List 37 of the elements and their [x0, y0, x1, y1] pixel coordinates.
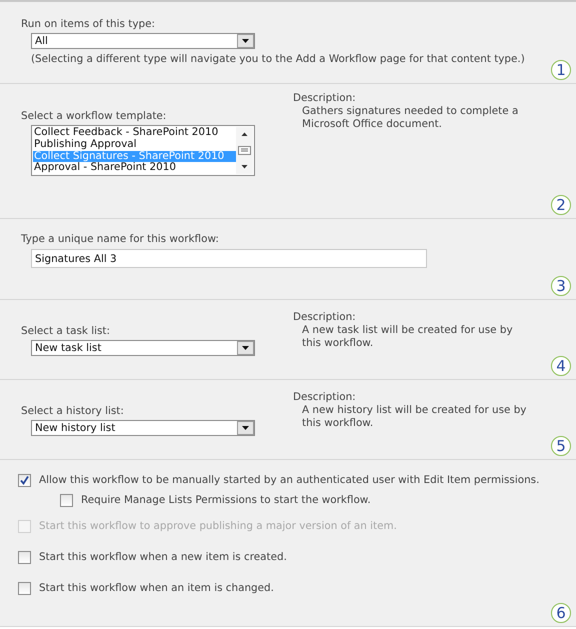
description-text: A new task list will be created for use by this workflow.: [301, 324, 514, 350]
checkbox-label: Allow this workflow to be manually started by an authenticated user with Edit Item permissions.: [39, 474, 540, 487]
checkmark-icon: [19, 475, 30, 486]
name-input[interactable]: Signatures All 3: [31, 249, 427, 268]
description-label: Description:: [293, 391, 357, 404]
step-number: 6: [551, 603, 571, 623]
field-label: Select a history list:: [21, 404, 125, 418]
checkbox-label: Start this workflow when a new item is created.: [39, 551, 287, 564]
step-number: 1: [551, 60, 571, 80]
checkbox-label: Start this workflow when an item is changed.: [39, 582, 274, 595]
description-label: Description:: [293, 311, 357, 324]
scrollbar[interactable]: [236, 127, 253, 174]
checkbox-label: Start this workflow to approve publishing a major version of an item.: [39, 520, 397, 533]
description-text: A new history list will be created for use by this workflow.: [301, 404, 528, 430]
checkbox[interactable]: [18, 551, 31, 564]
list-option[interactable]: Collect Feedback - SharePoint 2010: [33, 127, 236, 139]
step-number: 2: [551, 195, 571, 215]
field-label: Type a unique name for this workflow:: [21, 232, 220, 246]
list-box[interactable]: Collect Feedback - SharePoint 2010 Publishing Approval Collect Signatures - SharePoint 2010 Approval - SharePoint 2010: [31, 125, 255, 176]
description-text: Gathers signatures needed to complete a Microsoft Office document.: [301, 105, 520, 131]
step-number: 3: [551, 276, 571, 296]
list-option[interactable]: Publishing Approval: [33, 138, 236, 150]
dropdown[interactable]: All: [31, 33, 255, 49]
step-number: 5: [551, 436, 571, 456]
field-label: Select a workflow template:: [21, 109, 168, 123]
step-number: 4: [551, 356, 571, 376]
list-option[interactable]: Approval - SharePoint 2010: [33, 162, 236, 174]
checkbox[interactable]: [18, 474, 31, 487]
dropdown[interactable]: New task list: [31, 340, 255, 356]
hint-text: (Selecting a different type will navigate you to the Add a Workflow page for that content type.): [30, 52, 526, 66]
checkbox[interactable]: [18, 582, 31, 595]
field-label: Select a task list:: [21, 324, 111, 338]
checkbox[interactable]: [60, 494, 73, 507]
description-label: Description:: [293, 92, 357, 105]
field-label: Run on items of this type:: [21, 17, 156, 31]
checkbox-label: Require Manage Lists Permissions to start the workflow.: [81, 494, 371, 507]
dropdown[interactable]: New history list: [31, 420, 255, 436]
